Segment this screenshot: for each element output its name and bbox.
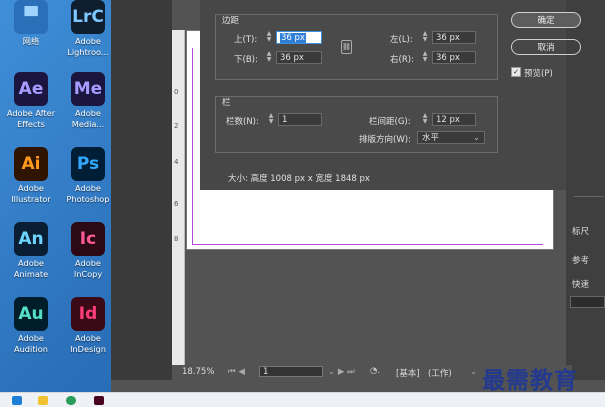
columns-title: 栏 (222, 98, 231, 108)
columns-label: 栏数(N): (226, 117, 259, 127)
bottom-spinner-icon[interactable]: ▲ ▼ (265, 51, 273, 64)
columns-input[interactable]: 1 (278, 113, 322, 126)
desktop-icon[interactable]: Ai Adobe Illustrator (3, 147, 59, 205)
desktop-icon-label: Adobe Illustrator (11, 183, 51, 204)
gutter-input[interactable]: 12 px (432, 113, 476, 126)
zoom-level[interactable]: 18.75% (182, 367, 214, 377)
top-margin-input[interactable]: 36 px (276, 31, 322, 44)
desktop-icon[interactable]: Ic Adobe InCopy (60, 222, 116, 280)
bottom-margin-input[interactable]: 36 px (276, 51, 322, 64)
start-icon[interactable] (12, 396, 22, 405)
desktop-icon[interactable]: Id Adobe InDesign (60, 297, 116, 355)
browser-icon[interactable] (66, 396, 76, 405)
desktop-icon-label: Adobe Lightroo... (67, 36, 109, 57)
margins-group (215, 14, 498, 80)
page-dropdown-icon[interactable]: ⌄ ▶ ⏭ (328, 367, 355, 377)
preview-label: 预览(P) (524, 69, 553, 79)
app-logo-icon: Id (71, 297, 105, 331)
left-label: 左(L): (390, 35, 413, 45)
desktop-icon[interactable]: Me Adobe Media... (60, 72, 116, 130)
taskbar (0, 392, 605, 407)
desktop-icon-label: Adobe Media... (71, 108, 105, 129)
workspace-label: (工作) (428, 369, 452, 379)
app-logo-icon: Ps (71, 147, 105, 181)
desktop-icon[interactable]: Au Adobe Audition (3, 297, 59, 355)
chevron-down-icon: ⌄ (472, 133, 480, 143)
desktop-icon[interactable]: LrC Adobe Lightroo... (60, 0, 116, 58)
panel-item-guides[interactable]: 参考 (572, 254, 589, 266)
top-label: 上(T): (234, 35, 258, 45)
vertical-ruler: 0 2 4 6 8 (172, 30, 185, 365)
app-logo-icon: An (14, 222, 48, 256)
indesign-taskbar-icon[interactable] (94, 396, 104, 405)
desktop-icon[interactable]: Ae Adobe After Effects (3, 72, 59, 130)
page-number-field[interactable]: 1 (259, 366, 323, 377)
app-logo-icon: ▀ (14, 0, 48, 34)
status-menu-icon[interactable]: ⌄ (470, 367, 477, 377)
desktop-icon-label: Adobe InDesign (70, 333, 106, 354)
top-spinner-icon[interactable]: ▲ ▼ (265, 31, 273, 44)
columns-spinner-icon[interactable]: ▲ ▼ (267, 113, 275, 126)
margins-title: 边距 (222, 16, 240, 26)
left-margin-input[interactable]: 36 px (432, 31, 476, 44)
desktop-icon-label: 网络 (22, 36, 40, 46)
app-logo-icon: Ic (71, 222, 105, 256)
bottom-label: 下(B): (234, 55, 258, 65)
panel-item-quick[interactable]: 快速 (572, 278, 589, 290)
preflight-icon[interactable]: ◔. (370, 366, 380, 376)
direction-label: 排版方向(W): (359, 135, 411, 145)
desktop-icon-label: Adobe Animate (13, 258, 49, 279)
desktop-icon-label: Adobe After Effects (6, 108, 56, 129)
app-logo-icon: Me (71, 72, 105, 106)
app-logo-icon: Au (14, 297, 48, 331)
right-spinner-icon[interactable]: ▲ ▼ (421, 51, 429, 64)
properties-panel: 标尺 参考 快速 (566, 0, 605, 380)
app-logo-icon: LrC (71, 0, 105, 34)
desktop-icon-label: Adobe Photoshop (66, 183, 110, 204)
desktop-icon-label: Adobe InCopy (73, 258, 103, 279)
gutter-spinner-icon[interactable]: ▲ ▼ (421, 113, 429, 126)
tools-panel: ⊠ □ ⊟ ▦ ✂ ▥ ▨ ▩ ▤ ✎ ✋ ⚲ ◙ T ▭ ▢ (111, 0, 274, 380)
left-spinner-icon[interactable]: ▲ ▼ (421, 31, 429, 44)
desktop-icon[interactable]: Ps Adobe Photoshop (60, 147, 116, 205)
watermark-text: 最需教育 (482, 367, 578, 394)
app-logo-icon: Ae (14, 72, 48, 106)
desktop-icon[interactable]: ▀ 网络 (3, 0, 59, 47)
right-margin-input[interactable]: 36 px (432, 51, 476, 64)
first-page-icon[interactable]: ⏮ ◀ (228, 367, 245, 377)
file-explorer-icon[interactable] (38, 396, 48, 405)
page-size-text: 大小: 高度 1008 px x 宽度 1848 px (228, 174, 370, 184)
preview-checkbox[interactable]: ✓ (511, 67, 521, 77)
right-label: 右(R): (390, 55, 414, 65)
direction-select[interactable]: 水平 ⌄ (417, 131, 485, 144)
style-label: [基本] (396, 369, 420, 379)
desktop-icon-label: Adobe Audition (14, 333, 48, 354)
cancel-button[interactable]: 取消 (511, 39, 581, 55)
link-margins-icon[interactable]: ⛓ (341, 40, 352, 54)
panel-item-rulers[interactable]: 标尺 (572, 225, 589, 237)
margins-columns-dialog: 边距 上(T): ▲ ▼ 36 px 下(B): ▲ ▼ 36 px ⛓ 左(L):… (200, 0, 581, 190)
panel-quick-field[interactable] (570, 296, 605, 308)
desktop-icon[interactable]: An Adobe Animate (3, 222, 59, 280)
gutter-label: 栏间距(G): (369, 117, 411, 127)
ok-button[interactable]: 确定 (511, 12, 581, 28)
app-logo-icon: Ai (14, 147, 48, 181)
